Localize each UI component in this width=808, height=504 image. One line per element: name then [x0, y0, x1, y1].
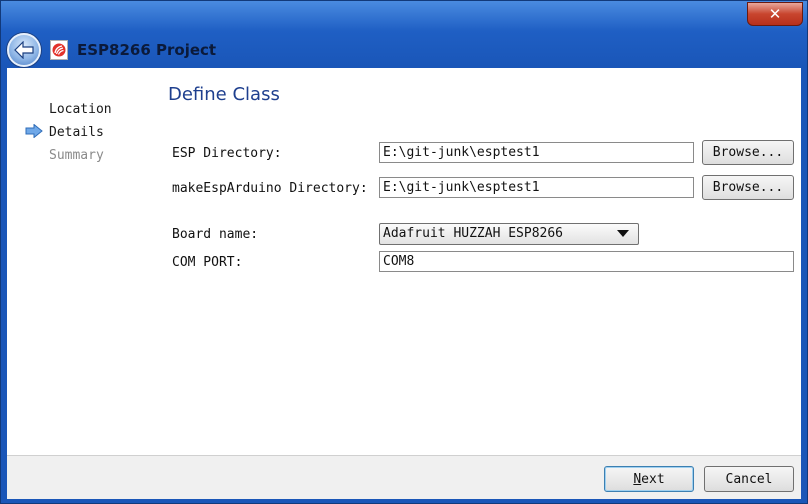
make-directory-input[interactable]: E:\git-junk\esptest1 — [379, 177, 694, 198]
title-bar: ✕ ESP8266 Project — [1, 1, 807, 67]
next-label: ext — [641, 471, 665, 487]
dropdown-arrow-icon — [617, 230, 629, 237]
close-icon: ✕ — [768, 5, 782, 23]
board-name-value: Adafruit HUZZAH ESP8266 — [383, 226, 564, 241]
wizard-content: Location Details Summary Define Class ES… — [7, 68, 801, 455]
make-directory-label: makeEspArduino Directory: — [172, 181, 368, 196]
close-button[interactable]: ✕ — [747, 2, 803, 26]
back-button[interactable] — [7, 33, 41, 67]
wizard-window: ✕ ESP8266 Project Location Details Summa… — [0, 0, 808, 504]
board-name-select[interactable]: Adafruit HUZZAH ESP8266 — [379, 223, 639, 245]
cancel-button[interactable]: Cancel — [704, 466, 794, 492]
right-arrow-icon — [25, 124, 43, 138]
esp-directory-browse-button[interactable]: Browse... — [702, 140, 794, 165]
page-title: Define Class — [168, 84, 280, 105]
step-details: Details — [49, 125, 104, 140]
back-arrow-icon — [14, 41, 34, 59]
step-summary: Summary — [49, 148, 104, 163]
next-button[interactable]: Next — [604, 466, 694, 492]
board-name-label: Board name: — [172, 227, 259, 242]
window-title: ESP8266 Project — [77, 41, 217, 59]
step-location: Location — [49, 102, 112, 117]
esp-directory-label: ESP Directory: — [172, 146, 282, 161]
next-mnemonic: N — [633, 471, 642, 487]
com-port-label: COM PORT: — [172, 255, 243, 270]
esp-directory-input[interactable]: E:\git-junk\esptest1 — [379, 142, 694, 163]
espressif-logo-icon — [50, 40, 68, 60]
make-directory-browse-button[interactable]: Browse... — [702, 175, 794, 200]
wizard-footer: Next Cancel — [7, 455, 801, 499]
com-port-input[interactable]: COM8 — [379, 251, 794, 272]
